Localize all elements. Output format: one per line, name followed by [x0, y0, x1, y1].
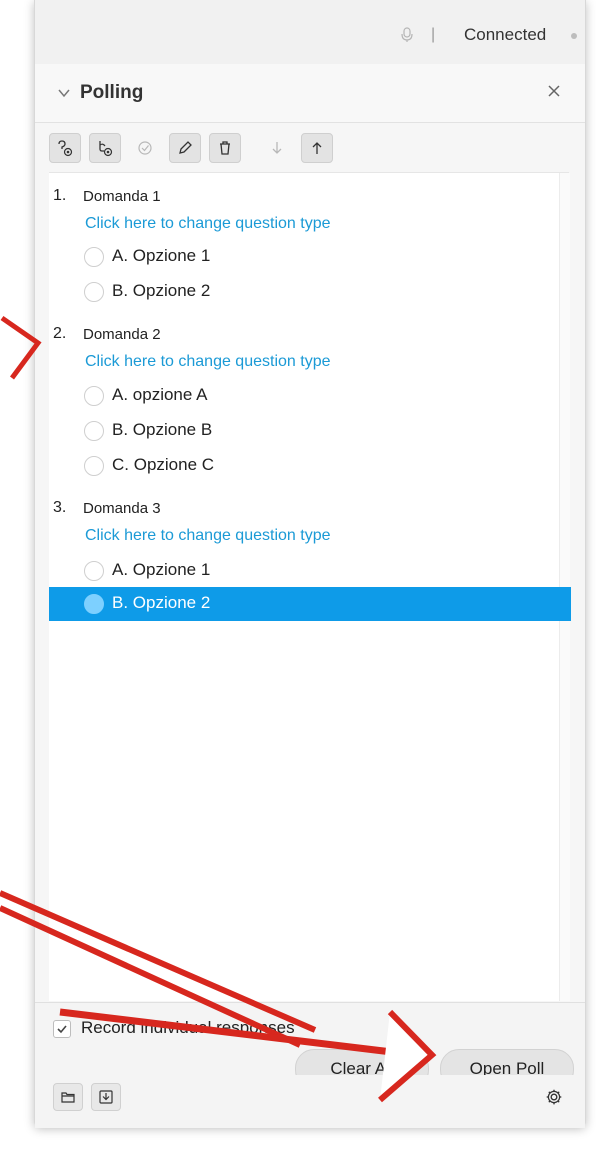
- bottom-toolbar: [35, 1075, 585, 1127]
- change-question-type-link[interactable]: Click here to change question type: [85, 353, 330, 371]
- open-file-button[interactable]: [53, 1083, 83, 1111]
- change-question-type-link[interactable]: Click here to change question type: [85, 527, 330, 545]
- radio-button[interactable]: [84, 386, 104, 406]
- add-poll-button[interactable]: [89, 133, 121, 163]
- move-up-icon: [312, 142, 322, 154]
- mark-correct-button[interactable]: [129, 133, 161, 163]
- option-label: B. Opzione 2: [112, 281, 211, 300]
- record-responses-checkbox[interactable]: [53, 1020, 71, 1038]
- settings-button[interactable]: [539, 1083, 569, 1111]
- move-up-button[interactable]: [301, 133, 333, 163]
- option-item-selected[interactable]: B. Opzione 2: [49, 587, 571, 621]
- polling-panel: | Connected Polling 1. Domanda 1 Click h…: [34, 0, 586, 1128]
- folder-icon: [61, 1092, 75, 1103]
- option-label: A. Opzione 1: [112, 246, 211, 265]
- radio-button[interactable]: [84, 282, 104, 302]
- option-label: A. opzione A: [112, 385, 208, 404]
- question-text[interactable]: Domanda 2: [83, 326, 161, 343]
- radio-button[interactable]: [84, 561, 104, 581]
- option-label: B. Opzione 2: [112, 593, 211, 612]
- question-list: 1. Domanda 1 Click here to change questi…: [49, 172, 571, 1001]
- delete-button[interactable]: [209, 133, 241, 163]
- radio-button[interactable]: [84, 456, 104, 476]
- add-question-button[interactable]: [49, 133, 81, 163]
- option-label: B. Opzione B: [112, 420, 213, 439]
- connection-status: Connected: [464, 25, 547, 44]
- save-icon: [99, 1090, 113, 1104]
- option-label: C. Opzione C: [112, 455, 215, 474]
- radio-button[interactable]: [84, 421, 104, 441]
- add-question-icon: [58, 140, 73, 157]
- status-indicator: [571, 33, 577, 39]
- question-text[interactable]: Domanda 1: [83, 188, 161, 205]
- change-question-type-link[interactable]: Click here to change question type: [85, 215, 330, 233]
- radio-button[interactable]: [84, 594, 104, 614]
- option-label: A. Opzione 1: [112, 560, 211, 579]
- question-number: 1.: [53, 187, 67, 204]
- microphone-icon: [401, 27, 413, 42]
- move-down-icon: [272, 142, 282, 154]
- record-responses-label: Record individual responses: [81, 1018, 295, 1037]
- check-icon: [138, 141, 152, 155]
- option-item[interactable]: B. Opzione 2: [49, 275, 571, 309]
- move-down-button[interactable]: [261, 133, 293, 163]
- option-item[interactable]: A. Opzione 1: [49, 554, 571, 588]
- status-bar: | Connected: [35, 0, 585, 65]
- option-item[interactable]: A. opzione A: [49, 379, 571, 413]
- question-number: 3.: [53, 499, 67, 516]
- settings-icon: [546, 1089, 562, 1105]
- option-item[interactable]: A. Opzione 1: [49, 240, 571, 274]
- edit-icon: [179, 141, 192, 154]
- annotation-arrow-left: [0, 315, 42, 380]
- edit-button[interactable]: [169, 133, 201, 163]
- close-icon[interactable]: [547, 84, 561, 98]
- poll-toolbar: [49, 133, 569, 163]
- option-item[interactable]: C. Opzione C: [49, 449, 571, 483]
- save-button[interactable]: [91, 1083, 121, 1111]
- question-text[interactable]: Domanda 3: [83, 500, 161, 517]
- panel-header: Polling: [35, 64, 585, 123]
- radio-button[interactable]: [84, 247, 104, 267]
- option-item[interactable]: B. Opzione B: [49, 414, 571, 448]
- checkmark-icon: [57, 1025, 67, 1034]
- status-separator: |: [431, 26, 436, 43]
- add-poll-icon: [99, 141, 113, 157]
- question-number: 2.: [53, 325, 67, 342]
- panel-title: Polling: [80, 82, 144, 103]
- chevron-down-icon[interactable]: [57, 86, 71, 100]
- delete-icon: [220, 141, 230, 155]
